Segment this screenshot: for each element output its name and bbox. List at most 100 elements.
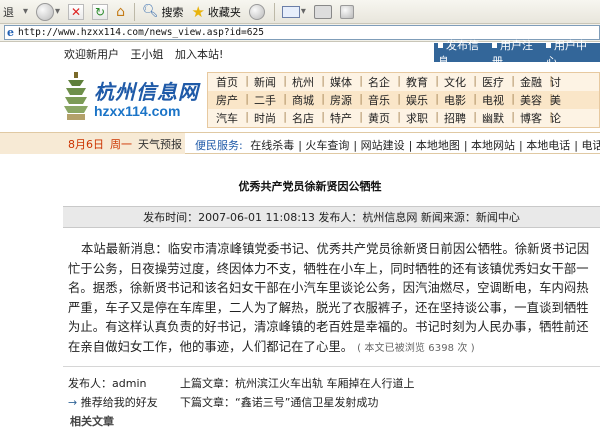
welcome-join[interactable]: 加入本站! [175,48,223,61]
date-service-bar: 8月6日 周一 天气预报 便民服务: 在线杀毒 | 火车查询 | 网站建设 | 本地地… [0,132,600,154]
nav-item[interactable]: 娱乐 [398,92,439,108]
mail-button[interactable]: ▾ [279,2,309,22]
nav-item[interactable]: 商城 [284,92,325,108]
nav-item[interactable]: 房源 [322,92,363,108]
print-icon[interactable] [313,4,332,19]
stop-icon[interactable]: ✕ [68,3,85,20]
media-icon[interactable] [248,3,265,20]
bullet-icon [492,43,497,48]
nav-item[interactable]: 时尚 [246,110,287,126]
url-text: http://www.hzxx114.com/news_view.asp?id=… [18,27,264,38]
nav-row: 房产 二手 商城 房源 音乐 娱乐 电影 电视 美容 美 [208,91,599,109]
service-link[interactable]: 本地地图 [416,139,460,152]
footer-row: → 推荐给我的好友 下篇文章：“鑫诺三号”通信卫星发射成功 [68,392,600,411]
nav-row: 首页 新闻 杭州 媒体 名企 教育 文化 医疗 金融 讨 [208,73,599,91]
article-divider [63,366,600,367]
toolbar-divider [133,2,135,21]
welcome-user[interactable]: 王小姐 [131,48,164,61]
next-article-link[interactable]: 下篇文章：“鑫诺三号”通信卫星发射成功 [180,394,378,410]
nav-row: 汽车 时尚 名店 特产 黄页 求职 招聘 幽默 博客 论 [208,109,599,127]
nav-item[interactable]: 新闻 [246,74,287,90]
services-list: 便民服务: 在线杀毒 | 火车查询 | 网站建设 | 本地地图 | 本地网站 | 本地电话… [195,137,600,153]
nav-item[interactable]: 汽车 [208,110,249,126]
article-footer: 发布人：admin 上篇文章：杭州滨江火车出轨 车厢掉在人行道上 → 推荐给我的… [68,373,600,411]
view-count: ( 本文已被浏览 6398 次 ) [357,342,475,354]
nav-item[interactable]: 房产 [208,92,249,108]
nav-item[interactable]: 美容 [512,92,553,108]
nav-item[interactable]: 教育 [398,74,439,90]
edit-icon[interactable] [339,4,354,19]
nav-item[interactable]: 讨 [550,74,561,90]
service-link[interactable]: 电话 [581,139,600,152]
page-icon: e [7,26,14,39]
refresh-button[interactable]: ↻ [89,2,111,22]
nav-item[interactable]: 医疗 [474,74,515,90]
nav-item[interactable]: 电视 [474,92,515,108]
media-button[interactable] [246,2,268,22]
date-block: 8月6日 周一 天气预报 [0,133,185,154]
search-label: 搜索 [161,5,184,19]
home-icon[interactable]: ⌂ [116,4,125,20]
nav-item[interactable]: 音乐 [360,92,401,108]
browser-toolbar: 退 ▾ ▾ ✕ ↻ ⌂ 🔍︎ 搜索 ★ 收藏夹 ▾ [0,0,600,24]
refresh-icon[interactable]: ↻ [92,3,109,20]
nav-item[interactable]: 美 [550,92,561,108]
nav-item[interactable]: 求职 [398,110,439,126]
nav-item[interactable]: 媒体 [322,74,363,90]
site-logo[interactable]: 杭州信息网 hzxx114.com [62,72,212,122]
nav-item[interactable]: 博客 [512,110,553,126]
service-link[interactable]: 本地网站 [471,139,515,152]
current-weekday: 周一 [110,137,132,151]
weather-link[interactable]: 天气预报 [138,136,182,152]
service-link[interactable]: 网站建设 [361,139,405,152]
back-button[interactable]: 退 ▾ [0,2,31,22]
services-label: 便民服务: [195,139,243,152]
forward-icon[interactable] [36,2,55,21]
prev-article-link[interactable]: 上篇文章：杭州滨江火车出轨 车厢掉在人行道上 [180,375,415,391]
welcome-text: 欢迎新用户 王小姐 加入本站! [64,46,231,62]
article-body: 本站最新消息：临安市清凉峰镇党委书记、优秀共产党员徐新贤日前因公牺牲。徐新贤书记… [68,240,592,359]
search-icon[interactable]: 🔍︎ [142,4,159,19]
toolbar-divider [273,2,275,21]
favorites-button[interactable]: ★ 收藏夹 [188,2,243,22]
article-meta: 发布时间：2007-06-01 11:08:13 发布人：杭州信息网 新闻来源：… [63,206,600,228]
edit-button[interactable] [337,2,357,22]
forward-button[interactable]: ▾ [33,2,63,22]
back-dropdown-icon[interactable]: ▾ [23,6,28,17]
nav-item[interactable]: 二手 [246,92,287,108]
welcome-bar: 欢迎新用户 王小姐 加入本站! 发布信息 用户注册 用户中心 [0,39,600,68]
nav-item[interactable]: 金融 [512,74,553,90]
star-icon[interactable]: ★ [191,3,204,21]
related-articles-heading: 相关文章 [70,415,114,428]
nav-item[interactable]: 招聘 [436,110,477,126]
nav-item[interactable]: 名企 [360,74,401,90]
print-button[interactable] [311,2,335,22]
recommend-link[interactable]: → 推荐给我的好友 [68,394,180,410]
nav-item[interactable]: 特产 [322,110,363,126]
nav-item[interactable]: 论 [550,110,561,126]
service-link[interactable]: 火车查询 [305,139,349,152]
nav-item[interactable]: 首页 [208,74,249,90]
mail-dropdown-icon[interactable]: ▾ [301,6,306,17]
forward-dropdown-icon[interactable]: ▾ [55,6,60,17]
nav-item[interactable]: 名店 [284,110,325,126]
nav-item[interactable]: 幽默 [474,110,515,126]
arrow-right-icon: → [68,395,81,409]
logo-url: hzxx114.com [94,103,181,119]
mail-icon[interactable] [281,5,300,18]
recommend-label: 推荐给我的好友 [80,395,158,409]
nav-item[interactable]: 杭州 [284,74,325,90]
service-link[interactable]: 在线杀毒 [250,139,294,152]
nav-item[interactable]: 文化 [436,74,477,90]
favorites-label: 收藏夹 [207,5,241,19]
nav-item[interactable]: 黄页 [360,110,401,126]
nav-item[interactable]: 电影 [436,92,477,108]
current-date: 8月6日 [68,137,104,151]
poster: 发布人：admin [68,376,147,390]
service-link[interactable]: 本地电话 [526,139,570,152]
stop-button[interactable]: ✕ [65,2,87,22]
home-button[interactable]: ⌂ [113,2,128,22]
article-body-text: 本站最新消息：临安市清凉峰镇党委书记、优秀共产党员徐新贤日前因公牺牲。徐新贤书记… [68,242,590,354]
footer-row: 发布人：admin 上篇文章：杭州滨江火车出轨 车厢掉在人行道上 [68,373,600,392]
search-button[interactable]: 🔍︎ 搜索 [139,2,187,22]
